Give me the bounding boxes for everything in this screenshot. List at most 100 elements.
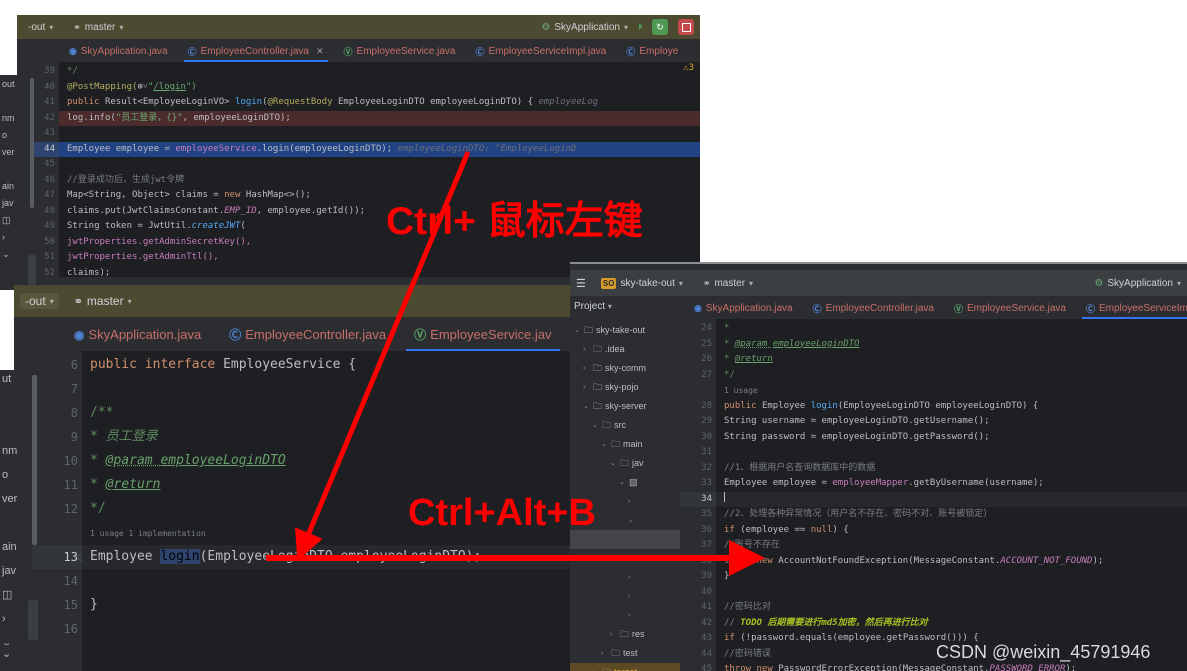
- chevron-down-icon[interactable]: ⌄: [0, 645, 32, 669]
- code-line[interactable]: throw new AccountNotFoundException(Messa…: [716, 554, 1187, 570]
- editor-code-right[interactable]: * * @param employeeLoginDTO * @return */…: [716, 319, 1187, 671]
- code-line[interactable]: * @param employeeLoginDTO: [82, 449, 580, 473]
- ide-window-employee-controller[interactable]: -out ▾ ⚭ master ▾ ⚙ SkyApplication ▾ ⏵ ↻…: [17, 15, 700, 300]
- tab-skyapplication[interactable]: ◉ SkyApplication.java: [60, 318, 215, 351]
- gutter-line-number[interactable]: 32: [680, 461, 716, 477]
- tree-sliver-row[interactable]: [0, 418, 32, 442]
- code-line[interactable]: Employee employee = employeeMapper.getBy…: [716, 476, 1187, 492]
- run-configuration-selector[interactable]: ⚙ SkyApplication ▾: [541, 22, 628, 33]
- top-window-toolbar[interactable]: -out ▾ ⚭ master ▾ ⚙ SkyApplication ▾ ⏵ ↻: [17, 15, 700, 39]
- branch-selector-right[interactable]: ⚭ master ▾: [698, 277, 758, 290]
- chevron-right-icon[interactable]: ›: [628, 549, 635, 568]
- stop-icon[interactable]: [678, 19, 694, 35]
- chevron-right-icon[interactable]: ›: [628, 492, 635, 511]
- tree-sliver-row[interactable]: ain: [0, 177, 30, 194]
- project-tree-sliver-top[interactable]: out nm o ver ain jav ◫ › ⌄: [0, 75, 30, 290]
- code-line[interactable]: * 员工登录: [82, 425, 580, 449]
- gutter-line-number[interactable]: 37: [680, 538, 716, 554]
- mid-window-toolbar[interactable]: -out ▾ ⚭ master ▾: [14, 285, 580, 317]
- chevron-right-icon[interactable]: ›: [628, 587, 635, 606]
- tree-sliver-row[interactable]: o: [0, 126, 30, 143]
- tree-item[interactable]: ›🗀target: [570, 663, 680, 671]
- branch-selector-mid[interactable]: ⚭ master ▾: [69, 293, 137, 309]
- project-selector-mid[interactable]: -out ▾: [20, 293, 59, 309]
- tab-skyapplication[interactable]: ◉ SkyApplication.java: [684, 297, 803, 319]
- close-icon[interactable]: ✕: [316, 46, 324, 57]
- tree-item[interactable]: › 🗀 res: [570, 625, 680, 644]
- gutter-line-number[interactable]: 44: [680, 647, 716, 663]
- run-configuration-selector[interactable]: ⚙ SkyApplication ▾: [1094, 278, 1181, 289]
- code-line[interactable]: //登录成功后，生成jwt令牌: [59, 173, 700, 189]
- chevron-right-icon[interactable]: ›: [628, 606, 635, 625]
- chevron-down-icon[interactable]: ⌄: [574, 321, 581, 340]
- chevron-right-icon[interactable]: ›: [583, 359, 590, 378]
- chevron-down-icon[interactable]: ⌄: [628, 511, 635, 530]
- tree-sliver-row[interactable]: ut: [0, 370, 32, 394]
- code-line[interactable]: [82, 569, 580, 593]
- gutter-line-number[interactable]: 34: [680, 491, 716, 507]
- tree-scrollbar-track-mid[interactable]: [28, 600, 38, 640]
- tab-employeeservice[interactable]: Ⓥ EmployeeService.java: [334, 40, 466, 62]
- code-line[interactable]: Employee employee = employeeService.logi…: [59, 141, 700, 157]
- code-line[interactable]: //2、处理各种异常情况（用户名不存在、密码不对、账号被锁定）: [716, 507, 1187, 523]
- code-line[interactable]: String password = employeeLoginDTO.getPa…: [716, 430, 1187, 446]
- tree-item[interactable]: ›: [570, 568, 680, 587]
- code-line[interactable]: @PostMapping(⊕˅"/login"): [59, 80, 700, 96]
- tab-employeeserviceimpl[interactable]: Ⓒ EmployeeServiceImpl.java: [1076, 297, 1187, 319]
- code-line[interactable]: throw new PasswordErrorException(Message…: [716, 662, 1187, 671]
- gutter-line-number[interactable]: 27: [680, 368, 716, 384]
- code-line[interactable]: public interface EmployeeService {: [82, 353, 580, 377]
- tree-item[interactable]: ⌄ ▧: [570, 473, 680, 492]
- project-tool-window-header[interactable]: Project ▾: [570, 296, 684, 318]
- ide-window-employee-service-impl[interactable]: ☰ SO sky-take-out ▾ ⚭ master ▾ ⚙ SkyAppl…: [570, 262, 1187, 671]
- code-line[interactable]: if (employee == null) {: [716, 523, 1187, 539]
- chevron-down-icon[interactable]: ⌄: [610, 454, 617, 473]
- code-line[interactable]: String username = employeeLoginDTO.getUs…: [716, 414, 1187, 430]
- tree-scrollbar-thumb-top[interactable]: [30, 78, 34, 208]
- code-line[interactable]: [716, 445, 1187, 461]
- editor-tabs-mid[interactable]: ◉ SkyApplication.java Ⓒ EmployeeControll…: [14, 317, 580, 351]
- code-line[interactable]: [59, 126, 700, 142]
- chevron-right-icon[interactable]: ›: [583, 340, 590, 359]
- tree-scrollbar-thumb-mid[interactable]: [32, 375, 37, 545]
- tree-sliver-row[interactable]: jav: [0, 194, 30, 211]
- gutter-line-number[interactable]: 35: [680, 507, 716, 523]
- gutter-line-number[interactable]: 40: [680, 585, 716, 601]
- ide-window-employee-service[interactable]: -out ▾ ⚭ master ▾ ◉ SkyApplication.java …: [14, 285, 580, 671]
- code-line[interactable]: Employee login(EmployeeLoginDTO employee…: [82, 545, 580, 569]
- tree-item[interactable]: › 🗀 sky-comm: [570, 359, 680, 378]
- tree-sliver-mid-bottom[interactable]: ⌄: [0, 645, 32, 671]
- chevron-right-icon[interactable]: ›: [583, 378, 590, 397]
- branch-selector-top[interactable]: ⚭ master ▾: [68, 21, 128, 34]
- tree-sliver-row[interactable]: [0, 92, 30, 109]
- code-line[interactable]: [82, 377, 580, 401]
- code-line[interactable]: [716, 585, 1187, 601]
- code-line[interactable]: */: [59, 64, 700, 80]
- code-line[interactable]: log.info("员工登录，{}", employeeLoginDTO);: [59, 110, 700, 126]
- code-line[interactable]: *: [716, 321, 1187, 337]
- debug-icon[interactable]: ⏵: [638, 22, 643, 33]
- tree-item[interactable]: › 🗀 sky-pojo: [570, 378, 680, 397]
- gutter-line-number[interactable]: 25: [680, 337, 716, 353]
- tree-sliver-row[interactable]: nm: [0, 442, 32, 466]
- tab-employeecontroller[interactable]: Ⓒ EmployeeController.java ✕: [178, 40, 334, 62]
- warning-count-badge[interactable]: ⚠3: [683, 63, 694, 73]
- code-line[interactable]: }: [82, 593, 580, 617]
- right-window-toolbar[interactable]: ☰ SO sky-take-out ▾ ⚭ master ▾ ⚙ SkyAppl…: [570, 270, 1187, 296]
- code-line[interactable]: //密码比对: [716, 600, 1187, 616]
- gutter-line-number[interactable]: 42: [680, 616, 716, 632]
- tree-sliver-row[interactable]: [0, 394, 32, 418]
- tab-employeecontroller[interactable]: Ⓒ EmployeeController.java: [803, 297, 944, 319]
- tree-item[interactable]: ⌄ 🗀 jav: [570, 454, 680, 473]
- gutter-line-number[interactable]: 33💡: [680, 476, 725, 492]
- gutter-line-number[interactable]: 39: [680, 569, 716, 585]
- project-selector-top[interactable]: -out ▾: [23, 21, 58, 34]
- tree-sliver-row[interactable]: out: [0, 75, 30, 92]
- editor-gutter-right[interactable]: 24252627 28↑2930313233💡343536373839404142…: [680, 319, 725, 671]
- chevron-right-icon[interactable]: ›: [628, 568, 635, 587]
- tree-item[interactable]: ⌄ 🗀 src: [570, 416, 680, 435]
- tree-sliver-row[interactable]: nm: [0, 109, 30, 126]
- tree-item[interactable]: › 🗀 .idea: [570, 340, 680, 359]
- chevron-down-icon[interactable]: ⌄: [583, 397, 590, 416]
- code-line[interactable]: [716, 491, 1187, 507]
